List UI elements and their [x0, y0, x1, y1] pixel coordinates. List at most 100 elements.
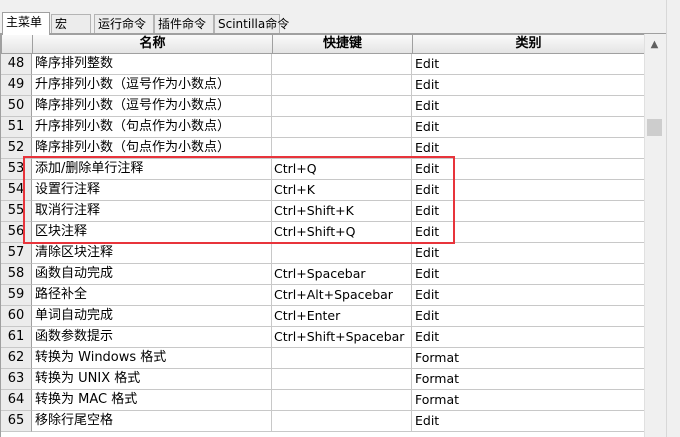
header-name-label: 名称: [139, 36, 166, 51]
chevron-up-icon[interactable]: ▲: [645, 36, 664, 53]
table-row[interactable]: 55 取消行注释 Ctrl+Shift+K Edit: [1, 201, 644, 222]
shortcut-value: [272, 243, 412, 264]
command-name: 添加/删除单行注释: [32, 159, 272, 180]
command-name: 设置行注释: [32, 180, 272, 201]
category-value: Edit: [412, 306, 644, 327]
command-name: 区块注释: [32, 222, 272, 243]
category-value: Edit: [412, 222, 644, 243]
row-number: 48: [1, 54, 32, 75]
shortcut-value: [272, 369, 412, 390]
tab-main-menu[interactable]: 主菜单: [2, 12, 50, 35]
shortcut-value: [272, 75, 412, 96]
command-name: 降序排列小数（句点作为小数点）: [32, 138, 272, 159]
command-name: 移除行尾空格: [32, 411, 272, 432]
tab-scintilla-commands-label: Scintilla命令: [218, 17, 290, 31]
row-number: 51: [1, 117, 32, 138]
category-value: Edit: [412, 201, 644, 222]
shortcut-value: [272, 411, 412, 432]
row-number: 60: [1, 306, 32, 327]
tab-scintilla-commands[interactable]: Scintilla命令: [214, 14, 289, 34]
table-row[interactable]: 56 区块注释 Ctrl+Shift+Q Edit: [1, 222, 644, 243]
window-edge: [666, 0, 680, 437]
row-number: 53: [1, 159, 32, 180]
shortcut-value: Ctrl+Q: [272, 159, 412, 180]
table-row[interactable]: 60 单词自动完成 Ctrl+Enter Edit: [1, 306, 644, 327]
scrollbar-thumb[interactable]: [647, 119, 662, 136]
shortcut-value: Ctrl+K: [272, 180, 412, 201]
command-name: 转换为 Windows 格式: [32, 348, 272, 369]
row-number: 65: [1, 411, 32, 432]
row-number: 50: [1, 96, 32, 117]
tab-bar: 主菜单 宏 运行命令 插件命令 Scintilla命令: [0, 0, 680, 35]
command-name: 升序排列小数（逗号作为小数点）: [32, 75, 272, 96]
header-name[interactable]: 名称: [32, 34, 273, 54]
row-number: 49: [1, 75, 32, 96]
row-number: 54: [1, 180, 32, 201]
table-row[interactable]: 49 升序排列小数（逗号作为小数点） Edit: [1, 75, 644, 96]
table-row[interactable]: 48 降序排列整数 Edit: [1, 54, 644, 75]
category-value: Format: [412, 390, 644, 411]
row-number: 56: [1, 222, 32, 243]
shortcut-value: [272, 117, 412, 138]
tab-macro[interactable]: 宏: [51, 14, 91, 34]
table-row[interactable]: 59 路径补全 Ctrl+Alt+Spacebar Edit: [1, 285, 644, 306]
shortcut-value: Ctrl+Shift+Spacebar: [272, 327, 412, 348]
category-value: Format: [412, 348, 644, 369]
row-number: 63: [1, 369, 32, 390]
category-value: Edit: [412, 243, 644, 264]
row-number: 64: [1, 390, 32, 411]
category-value: Edit: [412, 285, 644, 306]
header-category-label: 类别: [515, 36, 542, 51]
table-row[interactable]: 57 清除区块注释 Edit: [1, 243, 644, 264]
table-row[interactable]: 64 转换为 MAC 格式 Format: [1, 390, 644, 411]
tab-main-menu-label: 主菜单: [6, 15, 43, 29]
table-row[interactable]: 52 降序排列小数（句点作为小数点） Edit: [1, 138, 644, 159]
category-value: Edit: [412, 264, 644, 285]
shortcut-value: Ctrl+Spacebar: [272, 264, 412, 285]
command-name: 降序排列整数: [32, 54, 272, 75]
table-row[interactable]: 61 函数参数提示 Ctrl+Shift+Spacebar Edit: [1, 327, 644, 348]
table-row[interactable]: 54 设置行注释 Ctrl+K Edit: [1, 180, 644, 201]
command-name: 函数参数提示: [32, 327, 272, 348]
category-value: Edit: [412, 327, 644, 348]
shortcut-value: Ctrl+Alt+Spacebar: [272, 285, 412, 306]
header-shortcut[interactable]: 快捷键: [272, 34, 413, 54]
table-row[interactable]: 51 升序排列小数（句点作为小数点） Edit: [1, 117, 644, 138]
command-name: 单词自动完成: [32, 306, 272, 327]
command-name: 函数自动完成: [32, 264, 272, 285]
category-value: Edit: [412, 75, 644, 96]
row-number: 57: [1, 243, 32, 264]
table-row[interactable]: 58 函数自动完成 Ctrl+Spacebar Edit: [1, 264, 644, 285]
table-row[interactable]: 62 转换为 Windows 格式 Format: [1, 348, 644, 369]
table-row[interactable]: 65 移除行尾空格 Edit: [1, 411, 644, 432]
shortcut-value: [272, 54, 412, 75]
table-row[interactable]: 63 转换为 UNIX 格式 Format: [1, 369, 644, 390]
command-name: 清除区块注释: [32, 243, 272, 264]
shortcut-value: Ctrl+Shift+Q: [272, 222, 412, 243]
command-name: 降序排列小数（逗号作为小数点）: [32, 96, 272, 117]
table-row[interactable]: 50 降序排列小数（逗号作为小数点） Edit: [1, 96, 644, 117]
category-value: Edit: [412, 180, 644, 201]
tab-run-commands-label: 运行命令: [98, 17, 147, 31]
category-value: Edit: [412, 54, 644, 75]
command-name: 取消行注释: [32, 201, 272, 222]
category-value: Edit: [412, 138, 644, 159]
category-value: Format: [412, 369, 644, 390]
row-number: 62: [1, 348, 32, 369]
tab-plugin-commands[interactable]: 插件命令: [154, 14, 214, 34]
command-name: 转换为 UNIX 格式: [32, 369, 272, 390]
command-name: 转换为 MAC 格式: [32, 390, 272, 411]
tab-macro-label: 宏: [55, 17, 68, 31]
tab-run-commands[interactable]: 运行命令: [94, 14, 154, 34]
header-category[interactable]: 类别: [412, 34, 644, 54]
header-row-number[interactable]: [1, 34, 33, 54]
command-name: 升序排列小数（句点作为小数点）: [32, 117, 272, 138]
shortcut-value: Ctrl+Shift+K: [272, 201, 412, 222]
category-value: Edit: [412, 159, 644, 180]
table-row[interactable]: 53 添加/删除单行注释 Ctrl+Q Edit: [1, 159, 644, 180]
row-number: 52: [1, 138, 32, 159]
command-name: 路径补全: [32, 285, 272, 306]
vertical-scrollbar[interactable]: ▲: [644, 34, 664, 437]
row-number: 61: [1, 327, 32, 348]
shortcut-value: [272, 390, 412, 411]
